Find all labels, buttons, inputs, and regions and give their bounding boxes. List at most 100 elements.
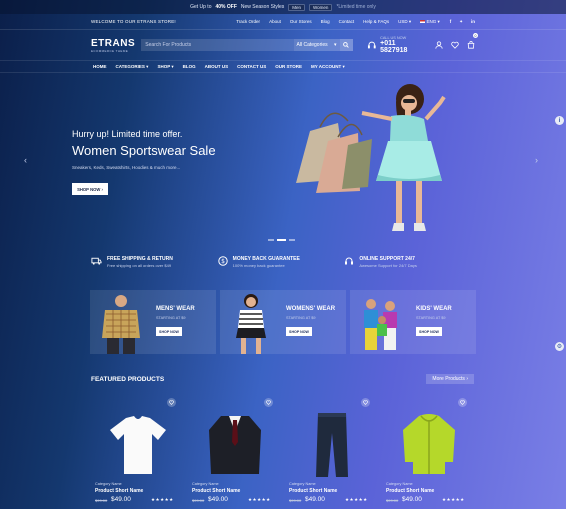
product-name[interactable]: Product Short Name bbox=[289, 488, 337, 494]
hero-model-image bbox=[296, 84, 446, 231]
feature-strip: FREE SHIPPING & RETURN Free shipping on … bbox=[91, 256, 471, 282]
blog-link[interactable]: Blog bbox=[321, 19, 330, 24]
wishlist-heart-icon[interactable] bbox=[264, 398, 273, 407]
truck-icon bbox=[91, 257, 102, 265]
currency-selector[interactable]: USD ▾ bbox=[398, 19, 411, 25]
mens-wear-shop-button[interactable]: SHOP NOW bbox=[156, 327, 182, 336]
wishlist-heart-icon[interactable] bbox=[167, 398, 176, 407]
info-side-button[interactable]: i bbox=[555, 116, 564, 125]
product-category: Category Name bbox=[289, 482, 316, 486]
feature-support-desc: Awesome Support for 24/7 Days bbox=[359, 263, 417, 268]
product-old-price: $99.00 bbox=[386, 498, 399, 503]
help-faq-link[interactable]: Help & FAQs bbox=[363, 19, 389, 24]
nav-categories-label: CATEGORIES bbox=[115, 63, 145, 69]
language-selector[interactable]: ENG ▾ bbox=[420, 19, 440, 25]
nav-contact[interactable]: CONTACT US bbox=[237, 64, 266, 69]
kids-wear-shop-button[interactable]: SHOP NOW bbox=[416, 327, 442, 336]
promo-men-button[interactable]: Men bbox=[288, 3, 306, 11]
language-label: ENG bbox=[426, 18, 437, 24]
more-products-button[interactable]: More Products › bbox=[426, 374, 474, 384]
social-links: f ✦ in bbox=[450, 19, 475, 25]
category-cards: MENS' WEAR STARTING AT $9 SHOP NOW WOMEN… bbox=[90, 290, 476, 354]
product-card[interactable]: Category Name Product Short Name $99.00 … bbox=[285, 396, 378, 509]
nav-shop[interactable]: SHOP ▾ bbox=[157, 64, 173, 70]
product-image-suit bbox=[196, 410, 274, 480]
promo-suffix: New Season Styles bbox=[240, 4, 285, 10]
nav-categories[interactable]: CATEGORIES ▾ bbox=[116, 64, 149, 70]
product-rating: ★★★★★ bbox=[151, 497, 174, 502]
welcome-text: WELCOME TO OUR ETRANS STORE! bbox=[91, 19, 176, 24]
about-link[interactable]: About bbox=[269, 19, 281, 24]
womens-wear-title: WOMENS' WEAR bbox=[286, 306, 336, 312]
search-input[interactable] bbox=[141, 39, 294, 51]
hero-next-arrow[interactable]: › bbox=[535, 155, 538, 165]
linkedin-icon[interactable]: in bbox=[471, 19, 475, 25]
contact-link[interactable]: Contact bbox=[339, 19, 355, 24]
nav-blog[interactable]: BLOG bbox=[183, 64, 196, 69]
feature-shipping: FREE SHIPPING & RETURN Free shipping on … bbox=[91, 256, 218, 282]
twitter-icon[interactable]: ✦ bbox=[459, 19, 463, 25]
product-card[interactable]: Category Name Product Short Name $99.00 … bbox=[382, 396, 475, 509]
phone-number[interactable]: +011 5827918 bbox=[380, 40, 423, 54]
feature-shipping-title: FREE SHIPPING & RETURN bbox=[107, 256, 173, 262]
mens-wear-image bbox=[102, 295, 140, 354]
search-button[interactable] bbox=[339, 39, 353, 51]
hero-dot-3[interactable] bbox=[289, 239, 295, 241]
hero-shop-now-button[interactable]: SHOP NOW › bbox=[72, 183, 108, 195]
product-old-price: $99.00 bbox=[95, 498, 108, 503]
logo[interactable]: ETRANS ECOMMERCE THEME bbox=[91, 38, 137, 53]
hero-pagination bbox=[268, 239, 295, 241]
mens-wear-starting: STARTING AT $9 bbox=[156, 316, 186, 320]
our-stores-link[interactable]: Our Stores bbox=[290, 19, 312, 24]
hero-prev-arrow[interactable]: ‹ bbox=[24, 155, 27, 165]
promo-women-button[interactable]: Women bbox=[309, 3, 333, 11]
facebook-icon[interactable]: f bbox=[450, 19, 452, 25]
nav-about[interactable]: ABOUT US bbox=[205, 64, 229, 69]
utility-links: Track Order About Our Stores Blog Contac… bbox=[236, 19, 440, 25]
product-rating: ★★★★★ bbox=[442, 497, 465, 502]
utility-bar: WELCOME TO OUR ETRANS STORE! Track Order… bbox=[0, 14, 566, 30]
cart-button[interactable]: 0 bbox=[467, 33, 479, 54]
category-select[interactable]: All Categories ▾ bbox=[293, 39, 340, 51]
nav-my-account[interactable]: MY ACCOUNT ▾ bbox=[311, 64, 345, 70]
info-icon: i bbox=[558, 117, 561, 124]
product-image-jacket bbox=[390, 410, 468, 480]
womens-wear-starting: STARTING AT $9 bbox=[286, 316, 316, 320]
product-card[interactable]: Category Name Product Short Name $99.00 … bbox=[91, 396, 184, 509]
wishlist-heart-icon[interactable] bbox=[458, 398, 467, 407]
category-card-womens[interactable]: WOMENS' WEAR STARTING AT $9 SHOP NOW bbox=[220, 290, 346, 354]
category-card-mens[interactable]: MENS' WEAR STARTING AT $9 SHOP NOW bbox=[90, 290, 216, 354]
hero-dot-2[interactable] bbox=[277, 239, 286, 241]
user-icon[interactable] bbox=[435, 41, 443, 49]
heart-icon[interactable] bbox=[451, 41, 459, 49]
hero-dot-1[interactable] bbox=[268, 239, 274, 241]
track-order-link[interactable]: Track Order bbox=[236, 19, 260, 24]
hero-description: Sneakers, Keds, Sweatshirts, Hoodies & m… bbox=[72, 165, 181, 170]
product-image-tshirt bbox=[99, 410, 177, 480]
product-rating: ★★★★★ bbox=[345, 497, 368, 502]
product-card[interactable]: Category Name Product Short Name $99.00 … bbox=[188, 396, 281, 509]
feature-money-back-title: MONEY BACK GUARANTEE bbox=[232, 256, 300, 262]
product-name[interactable]: Product Short Name bbox=[386, 488, 434, 494]
cart-icon bbox=[467, 41, 475, 49]
headset-icon bbox=[367, 41, 376, 49]
womens-wear-shop-button[interactable]: SHOP NOW bbox=[286, 327, 312, 336]
product-name[interactable]: Product Short Name bbox=[192, 488, 240, 494]
wishlist-heart-icon[interactable] bbox=[361, 398, 370, 407]
chevron-down-icon: ▾ bbox=[334, 42, 337, 48]
promo-prefix: Get Up to bbox=[190, 4, 212, 10]
feature-shipping-desc: Free shipping on all orders over $49 bbox=[107, 263, 172, 268]
promo-bold: 40% OFF bbox=[215, 4, 237, 10]
nav-our-store[interactable]: OUR STORE bbox=[275, 64, 302, 69]
nav-shop-label: SHOP bbox=[157, 63, 171, 69]
product-name[interactable]: Product Short Name bbox=[95, 488, 143, 494]
svg-text:$: $ bbox=[221, 258, 225, 265]
flag-icon bbox=[420, 19, 426, 23]
nav-home[interactable]: HOME bbox=[93, 64, 107, 69]
promo-limited: *Limited time only bbox=[336, 4, 376, 10]
feature-money-back: $ MONEY BACK GUARANTEE 100% money back g… bbox=[217, 256, 345, 282]
dollar-icon: $ bbox=[217, 256, 228, 266]
category-card-kids[interactable]: KIDS' WEAR STARTING AT $9 SHOP NOW bbox=[350, 290, 476, 354]
currency-label: USD bbox=[398, 18, 408, 24]
settings-side-button[interactable]: ⚙ bbox=[555, 342, 564, 351]
